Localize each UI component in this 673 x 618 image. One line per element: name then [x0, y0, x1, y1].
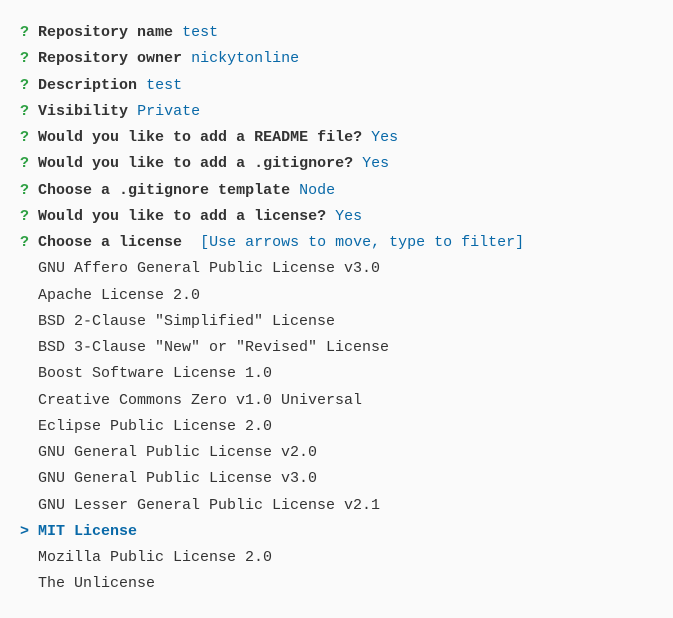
license-option[interactable]: GNU General Public License v2.0	[20, 440, 653, 466]
license-option[interactable]: BSD 3-Clause "New" or "Revised" License	[20, 335, 653, 361]
license-option[interactable]: GNU Affero General Public License v3.0	[20, 256, 653, 282]
license-option[interactable]: BSD 2-Clause "Simplified" License	[20, 309, 653, 335]
answered-prompt: ? Choose a .gitignore template Node	[20, 178, 653, 204]
license-option-label: BSD 3-Clause "New" or "Revised" License	[20, 339, 389, 356]
answered-prompt: ? Would you like to add a .gitignore? Ye…	[20, 151, 653, 177]
license-option-label: Eclipse Public License 2.0	[20, 418, 272, 435]
prompt-marker: ?	[20, 155, 29, 172]
prompt-label: Repository name	[38, 24, 173, 41]
license-option[interactable]: GNU Lesser General Public License v2.1	[20, 493, 653, 519]
license-option[interactable]: Apache License 2.0	[20, 283, 653, 309]
prompt-answer: nickytonline	[191, 50, 299, 67]
prompt-label: Would you like to add a README file?	[38, 129, 362, 146]
terminal-output[interactable]: ? Repository name test? Repository owner…	[20, 20, 653, 598]
answered-prompt: ? Description test	[20, 73, 653, 99]
answered-prompt: ? Would you like to add a license? Yes	[20, 204, 653, 230]
prompt-label: Choose a license	[38, 234, 182, 251]
prompt-marker: ?	[20, 103, 29, 120]
prompt-label: Visibility	[38, 103, 128, 120]
license-option-label: Apache License 2.0	[20, 287, 200, 304]
license-option[interactable]: > MIT License	[20, 519, 653, 545]
license-option-label: GNU General Public License v2.0	[20, 444, 317, 461]
license-option[interactable]: GNU General Public License v3.0	[20, 466, 653, 492]
license-option[interactable]: Eclipse Public License 2.0	[20, 414, 653, 440]
prompt-marker: ?	[20, 77, 29, 94]
prompt-marker: ?	[20, 208, 29, 225]
prompt-marker: ?	[20, 50, 29, 67]
prompt-marker: ?	[20, 24, 29, 41]
license-option[interactable]: Mozilla Public License 2.0	[20, 545, 653, 571]
license-option-label: MIT License	[38, 523, 137, 540]
license-option-label: GNU Affero General Public License v3.0	[20, 260, 380, 277]
prompt-hint: [Use arrows to move, type to filter]	[200, 234, 524, 251]
license-option-label: The Unlicense	[20, 575, 155, 592]
prompt-label: Would you like to add a license?	[38, 208, 326, 225]
prompt-answer: test	[182, 24, 218, 41]
license-option-label: Boost Software License 1.0	[20, 365, 272, 382]
license-option[interactable]: Creative Commons Zero v1.0 Universal	[20, 388, 653, 414]
answered-prompt: ? Visibility Private	[20, 99, 653, 125]
prompt-label: Would you like to add a .gitignore?	[38, 155, 353, 172]
prompt-answer: Yes	[371, 129, 398, 146]
prompt-marker: ?	[20, 234, 29, 251]
license-option-label: GNU Lesser General Public License v2.1	[20, 497, 380, 514]
license-option[interactable]: The Unlicense	[20, 571, 653, 597]
answered-prompt: ? Repository name test	[20, 20, 653, 46]
license-option-label: Mozilla Public License 2.0	[20, 549, 272, 566]
answered-prompt: ? Would you like to add a README file? Y…	[20, 125, 653, 151]
license-option-label: Creative Commons Zero v1.0 Universal	[20, 392, 362, 409]
license-option[interactable]: Boost Software License 1.0	[20, 361, 653, 387]
prompt-answer: Yes	[362, 155, 389, 172]
prompt-answer: Private	[137, 103, 200, 120]
prompt-answer: test	[146, 77, 182, 94]
cursor-icon: >	[20, 523, 38, 540]
license-option-label: BSD 2-Clause "Simplified" License	[20, 313, 335, 330]
prompt-marker: ?	[20, 129, 29, 146]
prompt-marker: ?	[20, 182, 29, 199]
prompt-answer: Yes	[335, 208, 362, 225]
license-option-label: GNU General Public License v3.0	[20, 470, 317, 487]
prompt-answer: Node	[299, 182, 335, 199]
prompt-label: Repository owner	[38, 50, 182, 67]
prompt-label: Choose a .gitignore template	[38, 182, 290, 199]
answered-prompt: ? Repository owner nickytonline	[20, 46, 653, 72]
active-prompt: ? Choose a license [Use arrows to move, …	[20, 230, 653, 256]
prompt-label: Description	[38, 77, 137, 94]
